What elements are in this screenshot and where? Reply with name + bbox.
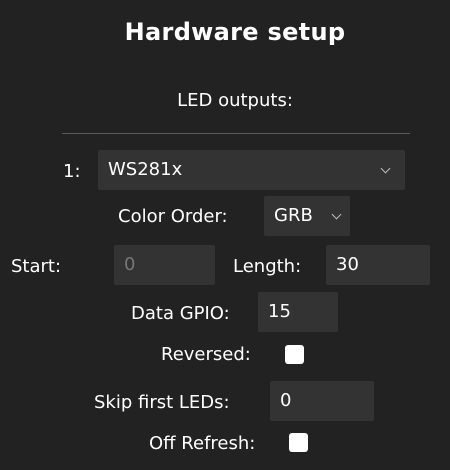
- divider: [62, 133, 410, 134]
- off-refresh-checkbox[interactable]: [289, 433, 308, 452]
- led-type-select[interactable]: WS281x: [98, 150, 405, 190]
- reversed-label: Reversed:: [161, 344, 251, 365]
- output-index-label: 1:: [63, 161, 81, 182]
- led-outputs-heading: LED outputs:: [177, 90, 293, 111]
- start-label: Start:: [11, 256, 62, 277]
- start-input[interactable]: 0: [114, 245, 215, 285]
- color-order-value: GRB: [274, 205, 313, 226]
- reversed-checkbox[interactable]: [285, 345, 304, 364]
- skip-first-leds-label: Skip first LEDs:: [94, 392, 230, 413]
- length-input[interactable]: 30: [326, 245, 430, 285]
- length-label: Length:: [233, 256, 302, 277]
- data-gpio-label: Data GPIO:: [131, 303, 230, 324]
- led-type-value: WS281x: [108, 159, 183, 180]
- data-gpio-input[interactable]: 15: [258, 292, 338, 332]
- page-title: Hardware setup: [124, 18, 346, 46]
- color-order-select[interactable]: GRB: [264, 196, 350, 236]
- skip-first-leds-input[interactable]: 0: [270, 381, 374, 421]
- color-order-label: Color Order:: [118, 206, 228, 227]
- chevron-down-icon: [331, 209, 342, 220]
- chevron-down-icon: [380, 163, 391, 174]
- off-refresh-label: Off Refresh:: [149, 433, 256, 454]
